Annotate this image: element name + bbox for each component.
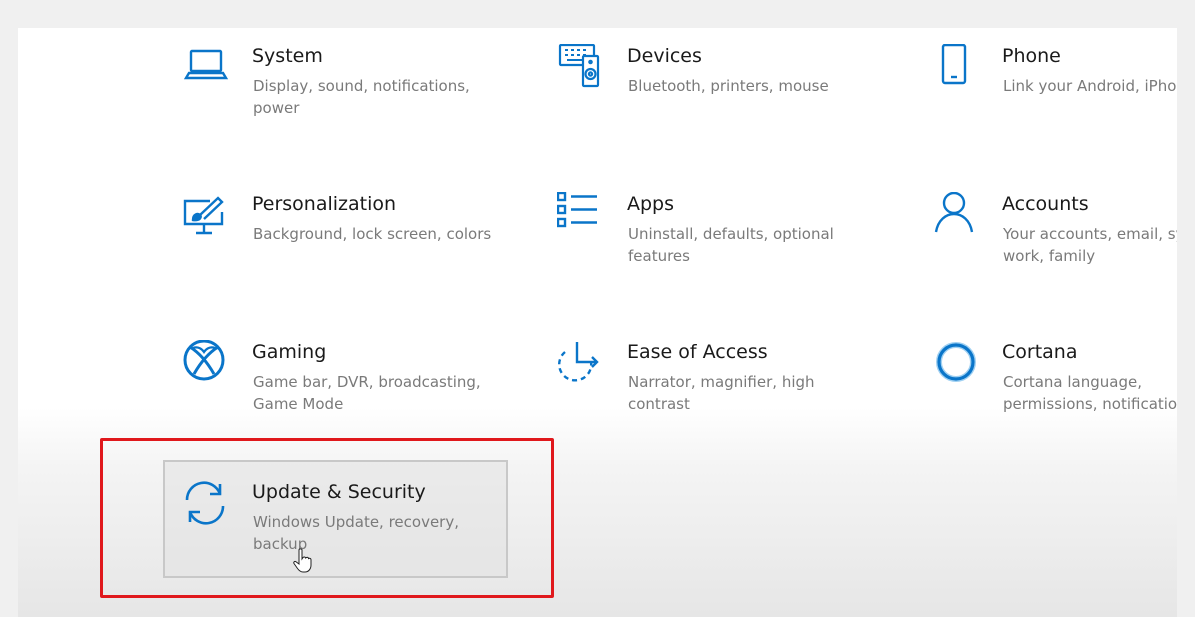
xbox-icon	[182, 340, 230, 388]
tile-title: Apps	[627, 193, 675, 215]
phone-icon	[932, 44, 980, 92]
tile-description: Bluetooth, printers, mouse	[628, 77, 829, 95]
tile-title: Personalization	[252, 193, 397, 215]
tile-title: Gaming	[252, 341, 327, 363]
tile-phone[interactable]: Phone Link your Android, iPhone	[932, 38, 1195, 154]
tile-description: Your accounts, email, sync, work, family	[1003, 225, 1195, 265]
laptop-icon	[182, 44, 230, 92]
tile-title: Accounts	[1002, 193, 1089, 215]
ease-of-access-icon	[557, 340, 605, 388]
tile-description: Display, sound, notifications, power	[253, 77, 470, 117]
cortana-ring-icon	[932, 340, 980, 388]
tile-gaming[interactable]: Gaming Game bar, DVR, broadcasting, Game…	[182, 334, 527, 450]
tile-description: Narrator, magnifier, high contrast	[628, 373, 815, 413]
tile-cortana[interactable]: Cortana Cortana language, permissions, n…	[932, 334, 1195, 450]
tile-title: Ease of Access	[627, 341, 768, 363]
tile-personalization[interactable]: Personalization Background, lock screen,…	[182, 186, 527, 302]
tile-description: Game bar, DVR, broadcasting, Game Mode	[253, 373, 481, 413]
tile-title: Devices	[627, 45, 702, 67]
tile-description: Link your Android, iPhone	[1003, 77, 1195, 95]
person-icon	[932, 192, 980, 240]
tile-description: Cortana language, permissions, notificat…	[1003, 373, 1195, 413]
tile-apps[interactable]: Apps Uninstall, defaults, optional featu…	[557, 186, 902, 302]
screen-edge	[1177, 0, 1195, 617]
settings-screen: System Display, sound, notifications, po…	[0, 0, 1195, 617]
tile-devices[interactable]: Devices Bluetooth, printers, mouse	[557, 38, 902, 154]
mouse-pointer-icon	[292, 548, 314, 574]
tile-title: Cortana	[1002, 341, 1078, 363]
tile-system[interactable]: System Display, sound, notifications, po…	[182, 38, 527, 154]
tile-description: Uninstall, defaults, optional features	[628, 225, 834, 265]
tile-ease-of-access[interactable]: Ease of Access Narrator, magnifier, high…	[557, 334, 902, 450]
tile-title: Phone	[1002, 45, 1061, 67]
tile-description: Background, lock screen, colors	[253, 225, 492, 243]
tile-accounts[interactable]: Accounts Your accounts, email, sync, wor…	[932, 186, 1195, 302]
highlight-annotation-box	[100, 438, 554, 598]
apps-list-icon	[557, 192, 605, 240]
devices-icon	[557, 44, 605, 92]
personalization-icon	[182, 192, 230, 240]
tile-title: System	[252, 45, 323, 67]
